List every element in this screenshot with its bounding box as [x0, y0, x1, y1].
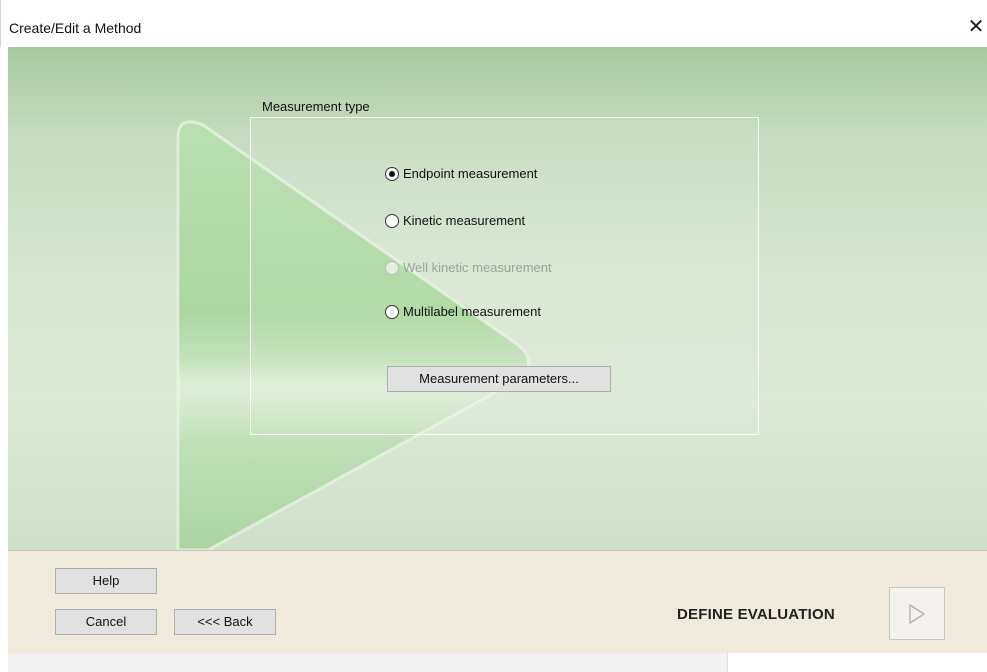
- play-arrow-icon: [909, 603, 925, 624]
- radio-label: Multilabel measurement: [403, 304, 542, 319]
- radio-label: Endpoint measurement: [403, 166, 538, 181]
- window-title: Create/Edit a Method: [9, 20, 142, 36]
- radio-multilabel-measurement[interactable]: Multilabel measurement: [385, 304, 541, 319]
- radio-button-disabled: [385, 260, 399, 275]
- status-strip-right: [727, 653, 987, 672]
- wizard-content: Measurement type Endpoint measurement Ki…: [8, 47, 987, 550]
- radio-label: Well kinetic measurement: [403, 260, 552, 275]
- radio-well-kinetic-measurement: Well kinetic measurement: [385, 260, 552, 275]
- radio-button-checked[interactable]: [385, 166, 399, 181]
- help-button[interactable]: Help: [55, 568, 157, 594]
- back-button[interactable]: <<< Back: [174, 609, 276, 635]
- radio-label: Kinetic measurement: [403, 213, 526, 228]
- measurement-type-label: Measurement type: [262, 99, 370, 114]
- radio-kinetic-measurement[interactable]: Kinetic measurement: [385, 213, 525, 228]
- cancel-button[interactable]: Cancel: [55, 609, 157, 635]
- title-bar: Create/Edit a Method ✕: [0, 0, 987, 47]
- radio-endpoint-measurement[interactable]: Endpoint measurement: [385, 166, 537, 181]
- wizard-footer: Help Cancel <<< Back DEFINE EVALUATION: [8, 550, 987, 653]
- next-step-label: DEFINE EVALUATION: [677, 606, 835, 623]
- next-button[interactable]: [889, 587, 945, 640]
- measurement-parameters-button[interactable]: Measurement parameters...: [387, 366, 611, 392]
- close-icon[interactable]: ✕: [965, 16, 987, 40]
- radio-button[interactable]: [385, 213, 399, 228]
- radio-button[interactable]: [385, 304, 399, 319]
